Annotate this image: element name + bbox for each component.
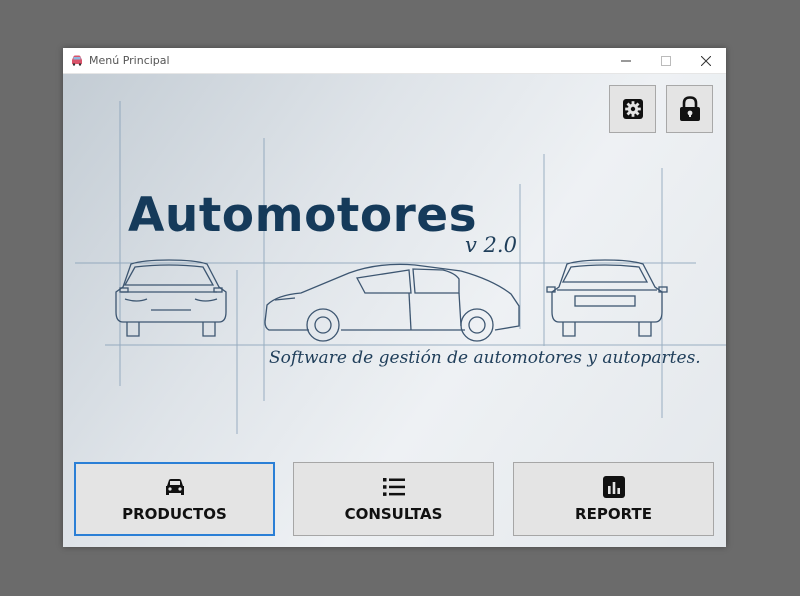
gear-icon	[622, 99, 643, 119]
maximize-button[interactable]	[646, 48, 686, 73]
car-icon	[165, 479, 184, 495]
car-app-icon	[72, 55, 82, 66]
bar-chart-icon	[602, 476, 625, 498]
consultas-button[interactable]: CONSULTAS	[293, 462, 494, 536]
reporte-button[interactable]: REPORTE	[513, 462, 714, 536]
productos-button[interactable]: PRODUCTOS	[74, 462, 275, 536]
minimize-icon	[621, 60, 631, 61]
minimize-button[interactable]	[606, 48, 646, 73]
lock-button[interactable]	[666, 85, 713, 133]
list-icon	[382, 478, 405, 496]
close-button[interactable]	[686, 48, 726, 73]
tagline: Software de gestión de automotores y aut…	[269, 348, 701, 368]
lock-icon	[679, 96, 700, 121]
window-title: Menú Principal	[89, 54, 170, 67]
title-bar[interactable]: Menú Principal	[63, 48, 726, 74]
version-label: v 2.0	[465, 233, 517, 257]
maximize-icon	[661, 55, 671, 66]
productos-label: PRODUCTOS	[122, 505, 227, 523]
consultas-label: CONSULTAS	[344, 505, 443, 523]
reporte-label: REPORTE	[575, 505, 652, 523]
settings-button[interactable]	[609, 85, 656, 133]
app-title: Automotores	[128, 188, 478, 243]
main-window: Menú Principal Automotores v 2.0 Softwar…	[63, 48, 726, 547]
main-content: Automotores v 2.0 Software de gestión de…	[63, 74, 726, 547]
close-icon	[701, 55, 711, 66]
